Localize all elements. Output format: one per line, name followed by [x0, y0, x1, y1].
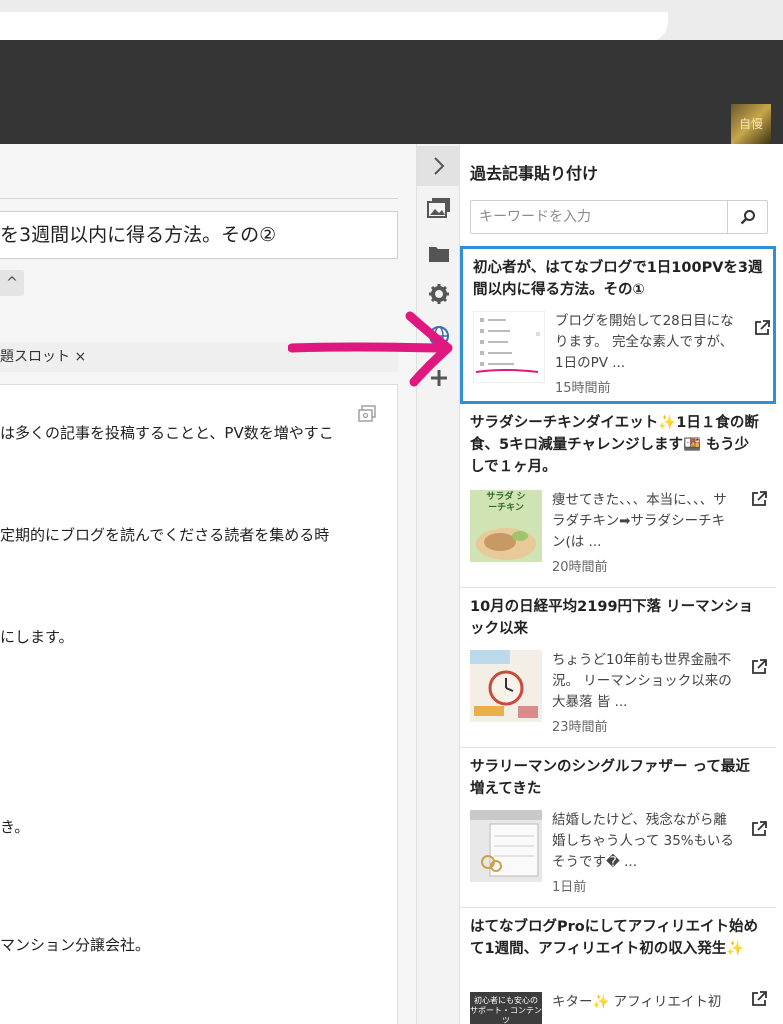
body-line: にします。 — [0, 628, 74, 646]
thumbnail-text: 初心者にも安心の サポート・コンテンツ — [470, 996, 542, 1024]
search-box — [470, 200, 768, 234]
external-link-icon[interactable] — [750, 658, 768, 676]
article-excerpt: キター✨ アフィリエイト初 — [552, 994, 722, 1010]
gear-icon[interactable] — [417, 274, 461, 314]
article-title: サラリーマンのシングルファザー って最近増えてきた — [470, 759, 750, 797]
article-title-input[interactable]: を3週間以内に得る方法。その② — [0, 211, 398, 259]
article-excerpt: 痩せてきた、、、本当に、、、サラダチキン➡サラダシーチキン(は ... — [552, 492, 727, 550]
external-link-icon[interactable] — [750, 820, 768, 838]
body-line: マンション分譲会社。 — [0, 936, 151, 954]
editor-divider — [0, 198, 398, 199]
external-link-icon[interactable] — [750, 490, 768, 508]
search-icon — [740, 210, 755, 225]
external-link-icon[interactable] — [750, 990, 768, 1008]
article-entry[interactable]: はてなブログProにしてアフィリエイト始めて1週間、アフィリエイト初の収入発生✨… — [460, 908, 776, 1024]
article-time: 1日前 — [552, 880, 587, 895]
chevron-right-icon[interactable] — [417, 146, 461, 186]
article-thumbnail — [470, 650, 542, 722]
arrow-annotation-icon — [288, 311, 453, 387]
image-icon[interactable] — [417, 188, 461, 228]
article-excerpt: ブログを開始して28日目になります。 完全な素人ですが、1日のPV ... — [555, 313, 734, 371]
article-time: 20時間前 — [552, 560, 608, 575]
article-thumbnail — [473, 311, 545, 383]
article-excerpt: 結婚したけど、残念ながら離婚しちゃう人って 35%もいるそうです� ... — [552, 812, 734, 870]
article-entry[interactable]: 10月の日経平均2199円下落 リーマンショック以来 ちょうど10年前も世界金融… — [460, 588, 776, 748]
article-title: 初心者が、はてなブログで1日100PVを3週間以内に得る方法。その① — [473, 260, 763, 298]
avatar[interactable]: 自慢 — [731, 104, 771, 144]
folder-icon[interactable] — [417, 234, 461, 274]
article-title: 10月の日経平均2199円下落 リーマンショック以来 — [470, 599, 754, 637]
external-link-icon[interactable] — [753, 319, 771, 337]
article-time: 15時間前 — [555, 381, 611, 396]
body-line: き。 — [0, 818, 30, 836]
article-thumbnail: サラダ シーチキン — [470, 490, 542, 562]
article-thumbnail — [470, 810, 542, 882]
article-excerpt: ちょうど10年前も世界金融不況。 リーマンショック以来の大暴落 皆 ... — [552, 652, 732, 710]
body-line: は多くの記事を投稿することと、PV数を増やすこ — [0, 424, 334, 442]
search-input[interactable] — [471, 201, 727, 233]
blog-header — [0, 40, 783, 144]
editor-side-toolbar — [416, 144, 461, 1024]
avatar-text: 自慢 — [738, 117, 763, 131]
article-time: 23時間前 — [552, 720, 608, 735]
article-entry[interactable]: 初心者が、はてなブログで1日100PVを3週間以内に得る方法。その① ブログを開… — [460, 246, 776, 404]
preview-icon[interactable] — [358, 404, 378, 424]
article-entry[interactable]: サラリーマンのシングルファザー って最近増えてきた 結婚したけど、残念ながら離婚… — [460, 748, 776, 908]
article-title: サラダシーチキンダイエット✨1日１食の断食、5キロ減量チャレンジします🍱 もう少… — [470, 415, 759, 475]
article-title: はてなブログProにしてアフィリエイト始めて1週間、アフィリエイト初の収入発生✨ — [470, 919, 759, 957]
collapse-button[interactable]: ^ — [0, 270, 24, 296]
article-thumbnail: 初心者にも安心の サポート・コンテンツ — [470, 992, 542, 1024]
article-body-editor[interactable] — [0, 384, 398, 1024]
thumbnail-text: サラダ シーチキン — [486, 492, 526, 513]
search-button[interactable] — [727, 201, 767, 233]
panel-title: 過去記事貼り付け — [470, 164, 599, 183]
body-line: 定期的にブログを読んでくださる読者を集める時 — [0, 526, 330, 544]
article-entry[interactable]: サラダシーチキンダイエット✨1日１食の断食、5キロ減量チャレンジします🍱 もう少… — [460, 404, 776, 588]
